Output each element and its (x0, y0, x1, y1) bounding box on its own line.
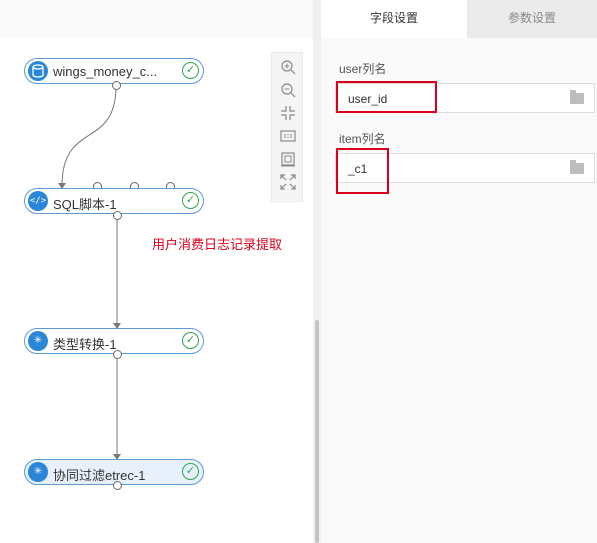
node-label: wings_money_c... (53, 64, 158, 79)
zoom-out-icon[interactable] (280, 82, 296, 98)
success-check-icon: ✓ (182, 463, 199, 480)
canvas-scrollbar[interactable] (315, 320, 319, 543)
fit-icon[interactable] (280, 105, 296, 121)
node-label: 类型转换-1 (53, 337, 117, 352)
workflow-canvas[interactable]: wings_money_c... ✓ </> SQL脚本-1 ✓ 用户消费日志记… (0, 0, 313, 543)
panel-tabs: 字段设置 参数设置 (321, 0, 597, 38)
item-column-label: item列名 (339, 132, 386, 146)
highlight-box (336, 148, 389, 194)
output-port[interactable] (113, 211, 122, 220)
grid-icon[interactable] (280, 151, 296, 167)
tab-param-settings[interactable]: 参数设置 (467, 0, 597, 38)
transform-icon: ✳ (28, 331, 48, 351)
edge-wings-to-sql (61, 85, 117, 187)
node-label: 协同过滤etrec-1 (53, 468, 146, 483)
actual-size-icon[interactable] (280, 128, 296, 144)
canvas-toolbar (271, 52, 303, 202)
zoom-in-icon[interactable] (280, 59, 296, 75)
node-sql-script[interactable]: </> SQL脚本-1 ✓ (24, 188, 204, 214)
fullscreen-icon[interactable] (280, 174, 296, 190)
output-port[interactable] (113, 481, 122, 490)
success-check-icon: ✓ (182, 332, 199, 349)
node-wings-money[interactable]: wings_money_c... ✓ (24, 58, 204, 84)
properties-panel: 字段设置 参数设置 user列名 user_id item列名 _c1 (321, 0, 597, 543)
folder-icon[interactable] (570, 160, 584, 174)
node-label: SQL脚本-1 (53, 197, 117, 212)
node-annotation: 用户消费日志记录提取 (152, 237, 283, 252)
output-port[interactable] (112, 81, 121, 90)
highlight-box (336, 81, 437, 113)
tab-field-settings[interactable]: 字段设置 (321, 0, 467, 38)
database-icon (28, 61, 48, 81)
folder-icon[interactable] (570, 90, 584, 104)
success-check-icon: ✓ (182, 62, 199, 79)
success-check-icon: ✓ (182, 192, 199, 209)
user-column-label: user列名 (339, 62, 387, 76)
code-icon: </> (28, 191, 48, 211)
output-port[interactable] (113, 350, 122, 359)
algorithm-icon: ✳ (28, 462, 48, 482)
